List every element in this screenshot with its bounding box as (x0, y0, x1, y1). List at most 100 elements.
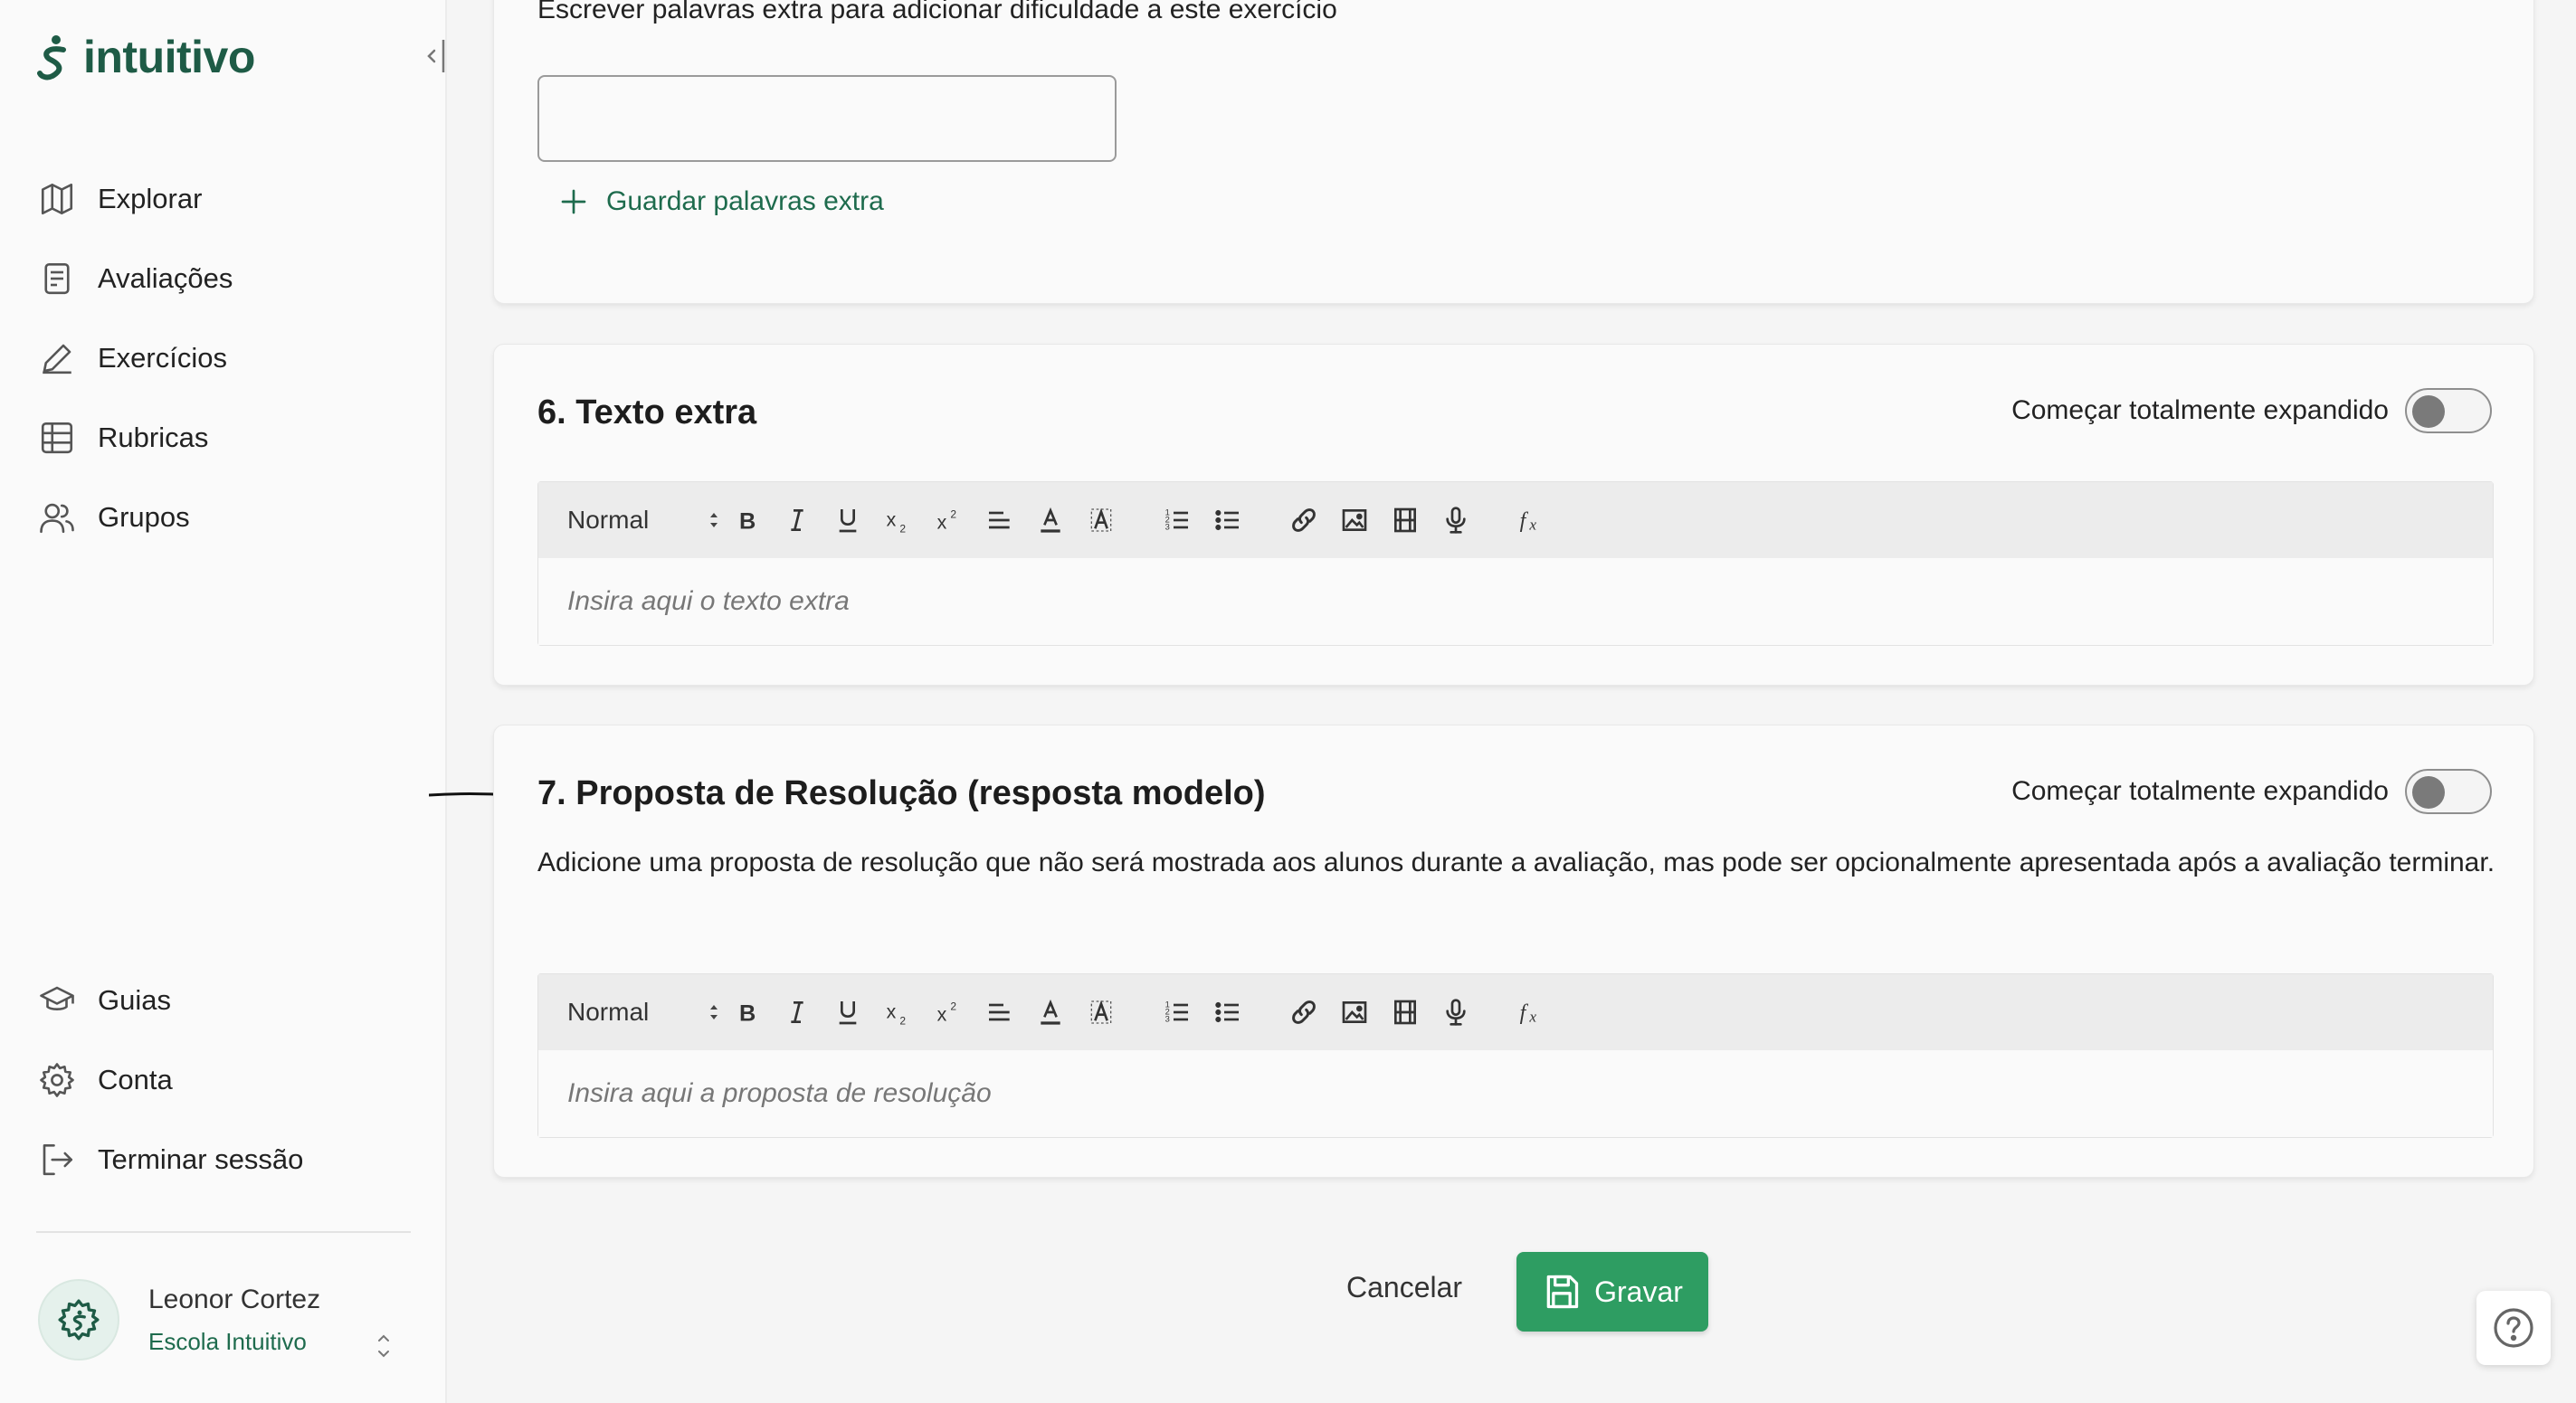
gear-icon (40, 1063, 74, 1097)
logo-text: intuitivo (83, 32, 255, 82)
align-button[interactable] (974, 498, 1025, 542)
toggle-knob (2412, 776, 2445, 809)
plus-icon (561, 189, 586, 214)
ordered-list-button[interactable]: 123 (1152, 991, 1202, 1034)
expand-toggle[interactable] (2405, 769, 2492, 814)
sidebar-item-rubricas[interactable]: Rubricas (38, 398, 233, 478)
svg-text:f: f (1520, 1001, 1529, 1025)
rich-text-editor: Normal B x2 x2 123 fx Insira aqui a prop… (537, 973, 2494, 1138)
sidebar-item-label: Grupos (98, 501, 190, 533)
svg-text:2: 2 (899, 1014, 906, 1027)
document-icon (44, 262, 70, 295)
logo[interactable]: intuitivo (36, 31, 255, 83)
italic-icon (791, 509, 803, 531)
sidebar-item-label: Terminar sessão (98, 1143, 304, 1175)
format-select[interactable]: Normal (567, 998, 721, 1027)
question-circle-icon (2494, 1308, 2533, 1348)
bold-button[interactable]: B (721, 498, 772, 542)
bold-button[interactable]: B (721, 991, 772, 1034)
video-button[interactable] (1380, 991, 1431, 1034)
subscript-button[interactable]: x2 (873, 991, 924, 1034)
svg-text:3: 3 (1165, 523, 1170, 532)
school-badge-icon (58, 1299, 100, 1341)
format-select[interactable]: Normal (567, 506, 721, 535)
ordered-list-button[interactable]: 123 (1152, 498, 1202, 542)
cancel-button[interactable]: Cancelar (1346, 1271, 1462, 1304)
sidebar-item-conta[interactable]: Conta (38, 1040, 303, 1120)
editor-content[interactable]: Insira aqui a proposta de resolução (538, 1050, 2493, 1137)
underline-button[interactable] (822, 991, 873, 1034)
avatar (38, 1279, 119, 1360)
svg-text:x: x (937, 1003, 947, 1025)
expand-toggle[interactable] (2405, 388, 2492, 433)
svg-text:x: x (887, 509, 897, 531)
align-button[interactable] (974, 991, 1025, 1034)
save-extra-words-button[interactable]: Guardar palavras extra (559, 186, 884, 217)
sidebar-divider (36, 1231, 411, 1233)
ordered-list-icon: 123 (1165, 1000, 1188, 1024)
bullet-list-button[interactable] (1202, 991, 1253, 1034)
formula-button[interactable]: fx (1507, 498, 1557, 542)
editor-content[interactable]: Insira aqui o texto extra (538, 558, 2493, 645)
link-button[interactable] (1278, 991, 1329, 1034)
superscript-button[interactable]: x2 (924, 991, 974, 1034)
chevron-up-down-icon (710, 513, 718, 527)
help-button[interactable] (2476, 1291, 2551, 1365)
italic-button[interactable] (772, 498, 822, 542)
sidebar-item-avaliacoes[interactable]: Avaliações (38, 239, 233, 318)
sidebar-item-grupos[interactable]: Grupos (38, 478, 233, 557)
editor-toolbar: Normal B x2 x2 123 fx (538, 974, 2493, 1050)
save-button-label: Gravar (1594, 1275, 1683, 1308)
sidebar-bottom-nav: Guias Conta Terminar sessão (38, 961, 303, 1199)
link-button[interactable] (1278, 498, 1329, 542)
format-select-value: Normal (567, 998, 650, 1026)
svg-text:2: 2 (950, 507, 956, 520)
background-color-button[interactable] (1076, 991, 1126, 1034)
sidebar-item-label: Guias (98, 984, 171, 1016)
extra-words-input[interactable] (537, 75, 1117, 162)
image-button[interactable] (1329, 991, 1380, 1034)
microphone-icon (1446, 999, 1466, 1026)
save-button[interactable]: Gravar (1516, 1252, 1708, 1332)
italic-button[interactable] (772, 991, 822, 1034)
image-button[interactable] (1329, 498, 1380, 542)
svg-text:f: f (1520, 509, 1529, 533)
sidebar-item-terminar-sessao[interactable]: Terminar sessão (38, 1120, 303, 1199)
text-color-button[interactable] (1025, 991, 1076, 1034)
sidebar-item-guias[interactable]: Guias (38, 961, 303, 1040)
svg-text:B: B (739, 508, 756, 534)
bullet-list-button[interactable] (1202, 498, 1253, 542)
audio-button[interactable] (1431, 498, 1481, 542)
format-select-value: Normal (567, 506, 650, 534)
graduation-cap-icon (40, 986, 74, 1010)
collapse-sidebar-button[interactable] (422, 36, 449, 76)
microphone-icon (1446, 507, 1466, 534)
video-button[interactable] (1380, 498, 1431, 542)
subscript-button[interactable]: x2 (873, 498, 924, 542)
underline-icon (839, 1001, 857, 1025)
superscript-button[interactable]: x2 (924, 498, 974, 542)
chevron-up-down-icon[interactable] (373, 1330, 394, 1362)
extra-words-card: Escrever palavras extra para adicionar d… (493, 0, 2534, 304)
grid-icon (41, 422, 73, 454)
link-icon (1292, 508, 1316, 532)
underline-button[interactable] (822, 498, 873, 542)
editor-placeholder: Insira aqui a proposta de resolução (567, 1078, 992, 1108)
svg-text:2: 2 (950, 1000, 956, 1012)
user-school: Escola Intuitivo (148, 1327, 307, 1355)
save-extra-words-label: Guardar palavras extra (606, 186, 884, 216)
bullet-list-icon (1215, 1001, 1239, 1023)
chevron-up-down-icon (710, 1005, 718, 1019)
audio-button[interactable] (1431, 991, 1481, 1034)
sidebar-item-label: Exercícios (98, 342, 227, 374)
sidebar-item-exercicios[interactable]: Exercícios (38, 318, 233, 398)
logout-icon (43, 1143, 73, 1176)
user-switcher[interactable]: Leonor Cortez Escola Intuitivo (38, 1279, 389, 1360)
extra-text-card: 6. Texto extra Começar totalmente expand… (493, 344, 2534, 686)
user-name: Leonor Cortez (148, 1284, 321, 1314)
sidebar-item-explorar[interactable]: Explorar (38, 159, 233, 239)
formula-button[interactable]: fx (1507, 991, 1557, 1034)
text-color-icon (1041, 999, 1060, 1025)
text-color-button[interactable] (1025, 498, 1076, 542)
background-color-button[interactable] (1076, 498, 1126, 542)
